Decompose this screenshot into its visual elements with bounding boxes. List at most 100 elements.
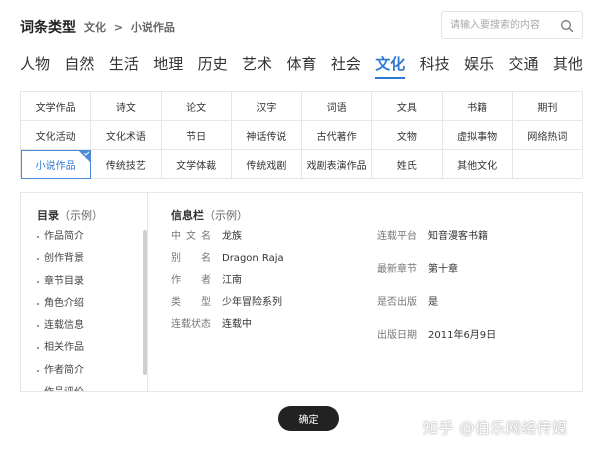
subcategory-item[interactable]: 文化活动 xyxy=(21,121,92,150)
subcategory-item[interactable]: 小说作品 xyxy=(21,150,92,179)
info-value: 2011年6月9日 xyxy=(428,330,497,341)
info-row: 出版日期 2011年6月9日 xyxy=(377,330,496,342)
subcategory-item[interactable]: 神话传说 xyxy=(231,121,302,150)
subcategory-item[interactable]: 诗文 xyxy=(91,92,162,121)
info-heading-title: 信息栏 xyxy=(171,209,204,222)
toc-item[interactable]: 创作背景 xyxy=(37,251,84,273)
toc-item-label: 作品简介 xyxy=(44,231,84,242)
bullet-icon xyxy=(37,325,39,328)
info-label: 连载平台 xyxy=(377,231,417,242)
subcategory-item[interactable]: 词语 xyxy=(302,92,373,121)
info-label: 连载状态 xyxy=(171,319,211,330)
info-row: 连载平台 知音漫客书籍 xyxy=(377,231,488,243)
subcategory-item[interactable]: 书籍 xyxy=(442,92,513,121)
subcategory-label: 小说作品 xyxy=(35,160,76,172)
toc-scrollbar[interactable] xyxy=(143,230,147,375)
subcategory-item[interactable]: 文物 xyxy=(372,121,443,150)
category-tab[interactable]: 交通 xyxy=(508,53,538,79)
subcategory-label: 诗文 xyxy=(115,102,136,114)
toc-panel: 目录（示例） 作品简介创作背景章节目录角色介绍连载信息相关作品作者简介作品评价 xyxy=(21,193,148,391)
search-box[interactable] xyxy=(441,11,583,39)
toc-item-label: 连载信息 xyxy=(44,320,84,332)
toc-item-label: 作品评价 xyxy=(44,385,84,391)
info-row: 类型 少年冒险系列 xyxy=(171,297,282,309)
subcategory-item[interactable]: 虚拟事物 xyxy=(442,121,513,150)
breadcrumb: 文化 > 小说作品 xyxy=(84,19,175,35)
category-tab[interactable]: 科技 xyxy=(420,53,450,79)
subcategory-item[interactable]: 汉字 xyxy=(231,92,302,121)
toc-item[interactable]: 章节目录 xyxy=(37,274,84,296)
toc-item[interactable]: 连载信息 xyxy=(37,318,84,340)
category-tab[interactable]: 娱乐 xyxy=(464,53,494,79)
info-label: 别名 xyxy=(171,253,211,264)
toc-item-label: 角色介绍 xyxy=(44,297,84,309)
subcategory-label: 文物 xyxy=(396,131,417,143)
toc-heading-title: 目录 xyxy=(37,209,59,222)
subcategory-label: 文化术语 xyxy=(105,131,146,143)
bullet-icon xyxy=(37,347,39,350)
subcategory-item[interactable]: 文学作品 xyxy=(21,92,92,121)
category-tab[interactable]: 自然 xyxy=(64,53,94,79)
info-value: 知音漫客书籍 xyxy=(428,231,488,242)
breadcrumb-current: 小说作品 xyxy=(130,21,175,34)
info-label: 类型 xyxy=(171,297,211,308)
info-label: 是否出版 xyxy=(377,297,417,308)
subcategory-item[interactable]: 论文 xyxy=(161,92,232,121)
subcategory-item[interactable]: 节日 xyxy=(161,121,232,150)
info-value: 江南 xyxy=(222,275,242,286)
subcategory-label: 汉字 xyxy=(256,102,277,114)
category-tab[interactable]: 社会 xyxy=(331,53,361,79)
subcategory-item[interactable]: 文具 xyxy=(372,92,443,121)
search-icon[interactable] xyxy=(560,19,574,33)
subcategory-label: 其他文化 xyxy=(457,160,498,172)
subcategory-item[interactable]: 网络热词 xyxy=(512,121,583,150)
bullet-icon xyxy=(37,280,39,283)
toc-item[interactable]: 作品评价 xyxy=(37,385,84,391)
info-value: Dragon Raja xyxy=(222,253,284,264)
subcategory-item[interactable]: 期刊 xyxy=(512,92,583,121)
bullet-icon xyxy=(37,236,39,238)
subcategory-label: 文学作品 xyxy=(35,102,76,114)
category-tab[interactable]: 文化 xyxy=(375,53,406,79)
toc-item[interactable]: 角色介绍 xyxy=(37,296,84,318)
bullet-icon xyxy=(37,369,39,372)
info-row: 连载状态 连载中 xyxy=(171,319,252,331)
subcategory-label: 文学体裁 xyxy=(176,160,217,172)
category-tab[interactable]: 历史 xyxy=(198,53,228,79)
breadcrumb-category[interactable]: 文化 xyxy=(84,21,106,34)
subcategory-item[interactable]: 古代著作 xyxy=(302,121,373,150)
toc-item-label: 创作背景 xyxy=(44,253,84,265)
search-input[interactable] xyxy=(450,17,558,33)
bullet-icon xyxy=(37,302,39,305)
subcategory-label: 古代著作 xyxy=(316,131,357,143)
toc-item[interactable]: 相关作品 xyxy=(37,340,84,362)
subcategory-item[interactable]: 戏剧表演作品 xyxy=(302,150,373,179)
subcategory-label: 文化活动 xyxy=(35,131,76,143)
info-value: 连载中 xyxy=(222,319,252,330)
subcategory-item[interactable]: 文学体裁 xyxy=(161,150,232,179)
subcategory-label: 传统技艺 xyxy=(105,160,146,172)
category-tab[interactable]: 生活 xyxy=(109,53,139,79)
toc-list: 作品简介创作背景章节目录角色介绍连载信息相关作品作者简介作品评价 xyxy=(37,229,84,391)
category-tab[interactable]: 体育 xyxy=(286,53,316,79)
category-tab[interactable]: 其他 xyxy=(553,53,583,79)
category-tab[interactable]: 人物 xyxy=(20,53,50,79)
subcategory-item[interactable]: 传统戏剧 xyxy=(231,150,302,179)
subcategory-label: 姓氏 xyxy=(396,160,417,172)
info-heading: 信息栏（示例） xyxy=(171,207,248,223)
info-label: 最新章节 xyxy=(377,264,417,275)
info-label: 出版日期 xyxy=(377,330,417,341)
subcategory-item[interactable]: 其他文化 xyxy=(442,150,513,179)
info-label: 作者 xyxy=(171,275,211,286)
toc-item[interactable]: 作者简介 xyxy=(37,363,84,385)
subcategory-item[interactable]: 姓氏 xyxy=(372,150,443,179)
subcategory-label: 论文 xyxy=(186,102,207,114)
category-tab[interactable]: 艺术 xyxy=(242,53,272,79)
subcategory-label: 虚拟事物 xyxy=(457,131,498,143)
subcategory-item[interactable]: 传统技艺 xyxy=(91,150,162,179)
header: 词条类型 文化 > 小说作品 xyxy=(20,18,175,36)
category-tab[interactable]: 地理 xyxy=(153,53,183,79)
toc-item[interactable]: 作品简介 xyxy=(37,229,84,251)
subcategory-item[interactable]: 文化术语 xyxy=(91,121,162,150)
confirm-button[interactable]: 确定 xyxy=(278,406,339,431)
